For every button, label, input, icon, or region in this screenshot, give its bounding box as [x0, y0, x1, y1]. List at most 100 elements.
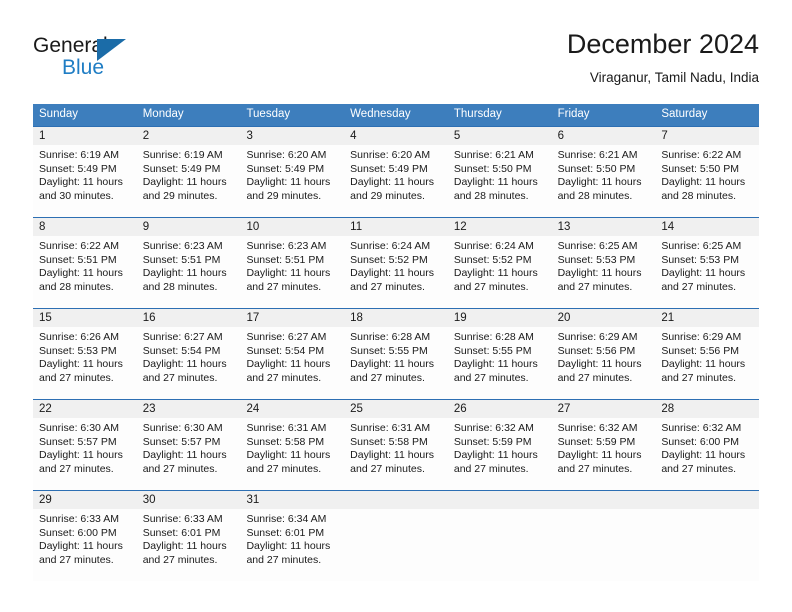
day-number[interactable]: 14 — [655, 218, 759, 236]
day-cell[interactable]: Sunrise: 6:28 AM Sunset: 5:55 PM Dayligh… — [448, 327, 552, 399]
sunrise-text: Sunrise: 6:31 AM — [350, 422, 431, 434]
day-cell[interactable]: Sunrise: 6:21 AM Sunset: 5:50 PM Dayligh… — [448, 145, 552, 217]
day-number[interactable]: 20 — [552, 309, 656, 327]
day-cell[interactable]: Sunrise: 6:30 AM Sunset: 5:57 PM Dayligh… — [33, 418, 137, 490]
daylight-text-line2: and 29 minutes. — [142, 189, 218, 202]
day-cell[interactable]: Sunrise: 6:26 AM Sunset: 5:53 PM Dayligh… — [33, 327, 137, 399]
day-number[interactable]: 3 — [240, 127, 344, 145]
day-cell[interactable]: Sunrise: 6:31 AM Sunset: 5:58 PM Dayligh… — [344, 418, 448, 490]
day-number[interactable]: 6 — [552, 127, 656, 145]
day-cell[interactable]: Sunrise: 6:32 AM Sunset: 5:59 PM Dayligh… — [552, 418, 656, 490]
day-cell[interactable]: Sunrise: 6:19 AM Sunset: 5:49 PM Dayligh… — [33, 145, 137, 217]
sunrise-text: Sunrise: 6:20 AM — [350, 149, 431, 161]
daylight-text-line2: and 27 minutes. — [350, 462, 425, 475]
day-number[interactable]: 5 — [448, 127, 552, 145]
day-cell[interactable]: Sunrise: 6:21 AM Sunset: 5:50 PM Dayligh… — [552, 145, 656, 217]
day-number[interactable]: 15 — [33, 309, 137, 327]
daylight-text-line1: Daylight: 11 hours — [350, 267, 435, 280]
day-cell[interactable]: Sunrise: 6:25 AM Sunset: 5:53 PM Dayligh… — [552, 236, 656, 308]
day-number[interactable]: 8 — [33, 218, 137, 236]
sunset-text: Sunset: 5:51 PM — [39, 253, 117, 266]
day-number[interactable]: 17 — [240, 309, 344, 327]
day-cell[interactable]: Sunrise: 6:25 AM Sunset: 5:53 PM Dayligh… — [655, 236, 759, 308]
sunset-text: Sunset: 5:58 PM — [350, 435, 428, 448]
day-cell[interactable]: Sunrise: 6:32 AM Sunset: 5:59 PM Dayligh… — [448, 418, 552, 490]
day-number[interactable]: 30 — [137, 491, 241, 509]
sunrise-text: Sunrise: 6:27 AM — [142, 331, 223, 343]
day-cell[interactable]: Sunrise: 6:29 AM Sunset: 5:56 PM Dayligh… — [552, 327, 656, 399]
day-number[interactable]: 16 — [137, 309, 241, 327]
daylight-text-line2: and 27 minutes. — [246, 280, 322, 293]
day-number[interactable]: 26 — [448, 400, 552, 418]
day-number[interactable]: 9 — [137, 218, 241, 236]
day-number[interactable]: 29 — [33, 491, 137, 509]
daylight-text-line1: Daylight: 11 hours — [142, 540, 227, 553]
sunset-text: Sunset: 6:01 PM — [246, 526, 325, 539]
day-number[interactable]: 11 — [344, 218, 448, 236]
day-number[interactable]: 13 — [552, 218, 656, 236]
sunset-text: Sunset: 5:59 PM — [453, 435, 532, 448]
daylight-text-line1: Daylight: 11 hours — [661, 176, 746, 189]
day-cell[interactable]: Sunrise: 6:27 AM Sunset: 5:54 PM Dayligh… — [240, 327, 344, 399]
day-cell[interactable]: Sunrise: 6:32 AM Sunset: 6:00 PM Dayligh… — [655, 418, 759, 490]
day-number-empty — [448, 491, 552, 509]
day-cell[interactable]: Sunrise: 6:24 AM Sunset: 5:52 PM Dayligh… — [344, 236, 448, 308]
sunrise-text: Sunrise: 6:34 AM — [246, 513, 327, 525]
day-cell[interactable]: Sunrise: 6:24 AM Sunset: 5:52 PM Dayligh… — [448, 236, 552, 308]
day-cell[interactable]: Sunrise: 6:19 AM Sunset: 5:49 PM Dayligh… — [137, 145, 241, 217]
day-number[interactable]: 19 — [448, 309, 552, 327]
day-number[interactable]: 23 — [137, 400, 241, 418]
day-number[interactable]: 25 — [344, 400, 448, 418]
day-cell[interactable]: Sunrise: 6:23 AM Sunset: 5:51 PM Dayligh… — [137, 236, 241, 308]
day-number[interactable]: 7 — [655, 127, 759, 145]
daylight-text-line1: Daylight: 11 hours — [39, 358, 123, 371]
sunrise-text: Sunrise: 6:23 AM — [142, 240, 223, 252]
day-cell[interactable]: Sunrise: 6:30 AM Sunset: 5:57 PM Dayligh… — [137, 418, 241, 490]
general-blue-logo[interactable]: General Blue — [33, 33, 163, 85]
day-number[interactable]: 10 — [240, 218, 344, 236]
day-number[interactable]: 27 — [552, 400, 656, 418]
daylight-text-line2: and 27 minutes. — [142, 462, 218, 475]
day-number[interactable]: 1 — [33, 127, 137, 145]
day-cell[interactable]: Sunrise: 6:33 AM Sunset: 6:01 PM Dayligh… — [137, 509, 241, 581]
day-number[interactable]: 4 — [344, 127, 448, 145]
day-number[interactable]: 18 — [344, 309, 448, 327]
daylight-text-line1: Daylight: 11 hours — [350, 358, 435, 371]
day-cell[interactable]: Sunrise: 6:20 AM Sunset: 5:49 PM Dayligh… — [344, 145, 448, 217]
sunset-text: Sunset: 5:57 PM — [39, 435, 117, 448]
sunset-text: Sunset: 5:49 PM — [142, 162, 221, 175]
day-number[interactable]: 24 — [240, 400, 344, 418]
day-cell[interactable]: Sunrise: 6:34 AM Sunset: 6:01 PM Dayligh… — [240, 509, 344, 581]
sunset-text: Sunset: 5:52 PM — [453, 253, 532, 266]
day-cell[interactable]: Sunrise: 6:23 AM Sunset: 5:51 PM Dayligh… — [240, 236, 344, 308]
daylight-text-line2: and 27 minutes. — [453, 280, 529, 293]
sunrise-text: Sunrise: 6:24 AM — [453, 240, 534, 252]
day-cell[interactable]: Sunrise: 6:20 AM Sunset: 5:49 PM Dayligh… — [240, 145, 344, 217]
day-cell[interactable]: Sunrise: 6:22 AM Sunset: 5:50 PM Dayligh… — [655, 145, 759, 217]
sunset-text: Sunset: 5:49 PM — [39, 162, 117, 175]
day-number[interactable]: 12 — [448, 218, 552, 236]
day-number-empty — [655, 491, 759, 509]
day-cell[interactable]: Sunrise: 6:27 AM Sunset: 5:54 PM Dayligh… — [137, 327, 241, 399]
day-cell[interactable]: Sunrise: 6:31 AM Sunset: 5:58 PM Dayligh… — [240, 418, 344, 490]
day-number[interactable]: 2 — [137, 127, 241, 145]
day-number[interactable]: 28 — [655, 400, 759, 418]
sunset-text: Sunset: 5:56 PM — [557, 344, 636, 357]
day-number[interactable]: 21 — [655, 309, 759, 327]
daylight-text-line2: and 27 minutes. — [661, 280, 737, 293]
daylight-text-line1: Daylight: 11 hours — [246, 176, 331, 189]
day-number[interactable]: 22 — [33, 400, 137, 418]
sunset-text: Sunset: 5:50 PM — [453, 162, 532, 175]
daylight-text-line1: Daylight: 11 hours — [557, 449, 642, 462]
day-cell[interactable]: Sunrise: 6:28 AM Sunset: 5:55 PM Dayligh… — [344, 327, 448, 399]
daylight-text-line2: and 27 minutes. — [142, 371, 218, 384]
day-cell[interactable]: Sunrise: 6:33 AM Sunset: 6:00 PM Dayligh… — [33, 509, 137, 581]
day-cell[interactable]: Sunrise: 6:29 AM Sunset: 5:56 PM Dayligh… — [655, 327, 759, 399]
day-cell[interactable]: Sunrise: 6:22 AM Sunset: 5:51 PM Dayligh… — [33, 236, 137, 308]
sunset-text: Sunset: 6:00 PM — [39, 526, 117, 539]
daylight-text-line1: Daylight: 11 hours — [350, 176, 435, 189]
sunset-text: Sunset: 5:53 PM — [39, 344, 117, 357]
day-number[interactable]: 31 — [240, 491, 344, 509]
sunset-text: Sunset: 5:50 PM — [661, 162, 739, 175]
sunrise-text: Sunrise: 6:28 AM — [350, 331, 431, 343]
